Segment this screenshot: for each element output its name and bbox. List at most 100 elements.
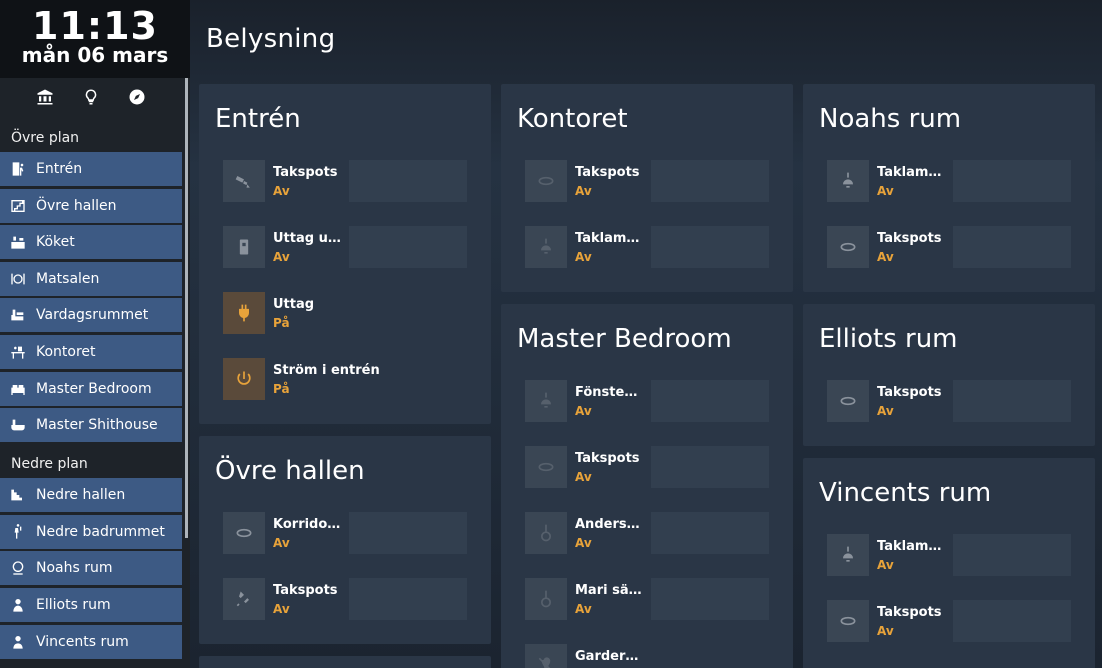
entity-control[interactable] bbox=[953, 380, 1071, 422]
sidebar-item-nedre-badrummet[interactable]: Nedre badrummet bbox=[0, 514, 182, 549]
entity-name: Garderoben bbox=[575, 649, 643, 664]
entity-name: Anders lampa bbox=[575, 517, 643, 532]
entity-row[interactable]: Takspots Av bbox=[223, 160, 467, 204]
ceiling-light-icon[interactable] bbox=[223, 512, 265, 554]
pendant-lamp-icon[interactable] bbox=[525, 226, 567, 268]
clock-time: 11:13 bbox=[32, 4, 158, 48]
entity-name: Takspots bbox=[575, 165, 640, 180]
entity-row[interactable]: Mari sänglampa Av bbox=[525, 578, 769, 622]
sidebar-item-vardagsrummet[interactable]: Vardagsrummet bbox=[0, 298, 182, 333]
spotlight-icon[interactable] bbox=[223, 578, 265, 620]
entity-control[interactable] bbox=[651, 160, 769, 202]
sidebar-item-nedre-hallen[interactable]: Nedre hallen bbox=[0, 478, 182, 513]
sidebar-item-entren[interactable]: Entrén bbox=[0, 152, 182, 186]
section-label-upper: Övre plan bbox=[11, 130, 80, 146]
face-icon bbox=[9, 560, 27, 576]
sidebar-item-koket[interactable]: Köket bbox=[0, 225, 182, 260]
entity-row[interactable]: Takspots Av bbox=[827, 600, 1071, 644]
sidebar-item-ovre-hallen[interactable]: Övre hallen bbox=[0, 188, 182, 223]
entity-row[interactable]: Takspots Av bbox=[223, 578, 467, 622]
entity-state: Av bbox=[575, 250, 592, 264]
entity-state: Av bbox=[575, 470, 592, 484]
card-title: Noahs rum bbox=[819, 104, 962, 134]
bank-icon[interactable] bbox=[36, 88, 54, 106]
entity-control[interactable] bbox=[651, 446, 769, 488]
ceiling-light-icon[interactable] bbox=[827, 226, 869, 268]
entity-row[interactable]: Taklampan Av bbox=[827, 534, 1071, 578]
pendant-lamp-icon[interactable] bbox=[827, 160, 869, 202]
entity-row[interactable]: Takspots Av bbox=[525, 160, 769, 204]
entity-row[interactable]: Anders lampa Av bbox=[525, 512, 769, 556]
entity-name: Taklampan bbox=[877, 539, 945, 554]
entity-control[interactable] bbox=[651, 578, 769, 620]
ceiling-light-icon[interactable] bbox=[827, 380, 869, 422]
ceiling-light-icon[interactable] bbox=[827, 600, 869, 642]
entity-state: Av bbox=[575, 404, 592, 418]
entity-control[interactable] bbox=[349, 512, 467, 554]
ceiling-light-icon[interactable] bbox=[525, 446, 567, 488]
pendant-lamp-icon[interactable] bbox=[827, 534, 869, 576]
outlet-icon[interactable] bbox=[223, 226, 265, 268]
entity-row[interactable]: Korridoren Av bbox=[223, 512, 467, 556]
sidebar-item-master-bedroom[interactable]: Master Bedroom bbox=[0, 371, 182, 406]
hanging-bulb-icon[interactable] bbox=[525, 512, 567, 554]
entity-row[interactable]: Takspots Av bbox=[525, 446, 769, 490]
bed-icon bbox=[9, 381, 27, 397]
entity-name: Takspots bbox=[877, 231, 942, 246]
entity-control[interactable] bbox=[349, 578, 467, 620]
sidebar-item-elliots-rum[interactable]: Elliots rum bbox=[0, 587, 182, 622]
entity-control[interactable] bbox=[349, 226, 467, 268]
entity-row[interactable]: Fönsterlampan Av bbox=[525, 380, 769, 424]
bathtub-icon bbox=[9, 417, 27, 433]
card-master-bedroom: Master Bedroom Fönsterlampan Av Takspots… bbox=[501, 304, 793, 668]
sidebar-item-matsalen[interactable]: Matsalen bbox=[0, 261, 182, 296]
main-panel: Belysning Entrén Takspots Av Uttag ute A… bbox=[190, 0, 1102, 668]
sidebar-scrollbar[interactable] bbox=[185, 78, 188, 538]
door-walk-icon bbox=[9, 161, 27, 177]
entity-row[interactable]: Garderoben bbox=[525, 644, 769, 668]
entity-row[interactable]: Taklampan Av bbox=[525, 226, 769, 270]
card-title: Elliots rum bbox=[819, 324, 958, 354]
entity-control[interactable] bbox=[651, 380, 769, 422]
entity-control[interactable] bbox=[953, 600, 1071, 642]
sofa-icon bbox=[9, 307, 27, 323]
ceiling-light-icon[interactable] bbox=[525, 160, 567, 202]
entity-row[interactable]: Taklampan Av bbox=[827, 160, 1071, 204]
card-elliots-rum: Elliots rum Takspots Av bbox=[803, 304, 1095, 446]
sidebar-item-label: Master Shithouse bbox=[36, 417, 158, 434]
compass-icon[interactable] bbox=[128, 88, 146, 106]
entity-state: Av bbox=[877, 624, 894, 638]
entity-name: Mari sänglampa bbox=[575, 583, 643, 598]
entity-state: Av bbox=[877, 184, 894, 198]
power-icon[interactable] bbox=[223, 358, 265, 400]
entity-name: Uttag ute bbox=[273, 231, 341, 246]
entity-state: Av bbox=[273, 602, 290, 616]
entity-state: Av bbox=[273, 250, 290, 264]
sidebar-item-kontoret[interactable]: Kontoret bbox=[0, 334, 182, 369]
child-icon bbox=[9, 597, 27, 613]
sidebar-item-master-shithouse[interactable]: Master Shithouse bbox=[0, 408, 182, 443]
entity-row[interactable]: Ström i entrén På bbox=[223, 358, 467, 402]
entity-control[interactable] bbox=[953, 160, 1071, 202]
entity-control[interactable] bbox=[953, 226, 1071, 268]
entity-row[interactable]: Takspots Av bbox=[827, 226, 1071, 270]
hanging-bulb-icon[interactable] bbox=[525, 578, 567, 620]
sidebar-item-vincents-rum[interactable]: Vincents rum bbox=[0, 624, 182, 659]
entity-control[interactable] bbox=[953, 534, 1071, 576]
entity-control[interactable] bbox=[349, 160, 467, 202]
entity-name: Fönsterlampan bbox=[575, 385, 643, 400]
clock: 11:13 mån 06 mars bbox=[0, 0, 190, 78]
entity-control[interactable] bbox=[651, 226, 769, 268]
entity-name: Ström i entrén bbox=[273, 363, 380, 378]
lightbulb-off-icon[interactable] bbox=[525, 644, 567, 668]
entity-row[interactable]: Takspots Av bbox=[827, 380, 1071, 424]
entity-row[interactable]: Uttag På bbox=[223, 292, 467, 336]
pendant-lamp-icon[interactable] bbox=[525, 380, 567, 422]
plug-icon[interactable] bbox=[223, 292, 265, 334]
entity-row[interactable]: Uttag ute Av bbox=[223, 226, 467, 270]
spotlight-icon[interactable] bbox=[223, 160, 265, 202]
sidebar-item-noahs-rum[interactable]: Noahs rum bbox=[0, 551, 182, 586]
entity-control[interactable] bbox=[651, 512, 769, 554]
lightbulb-outline-icon[interactable] bbox=[82, 88, 100, 106]
stairs-down-icon bbox=[9, 487, 27, 503]
